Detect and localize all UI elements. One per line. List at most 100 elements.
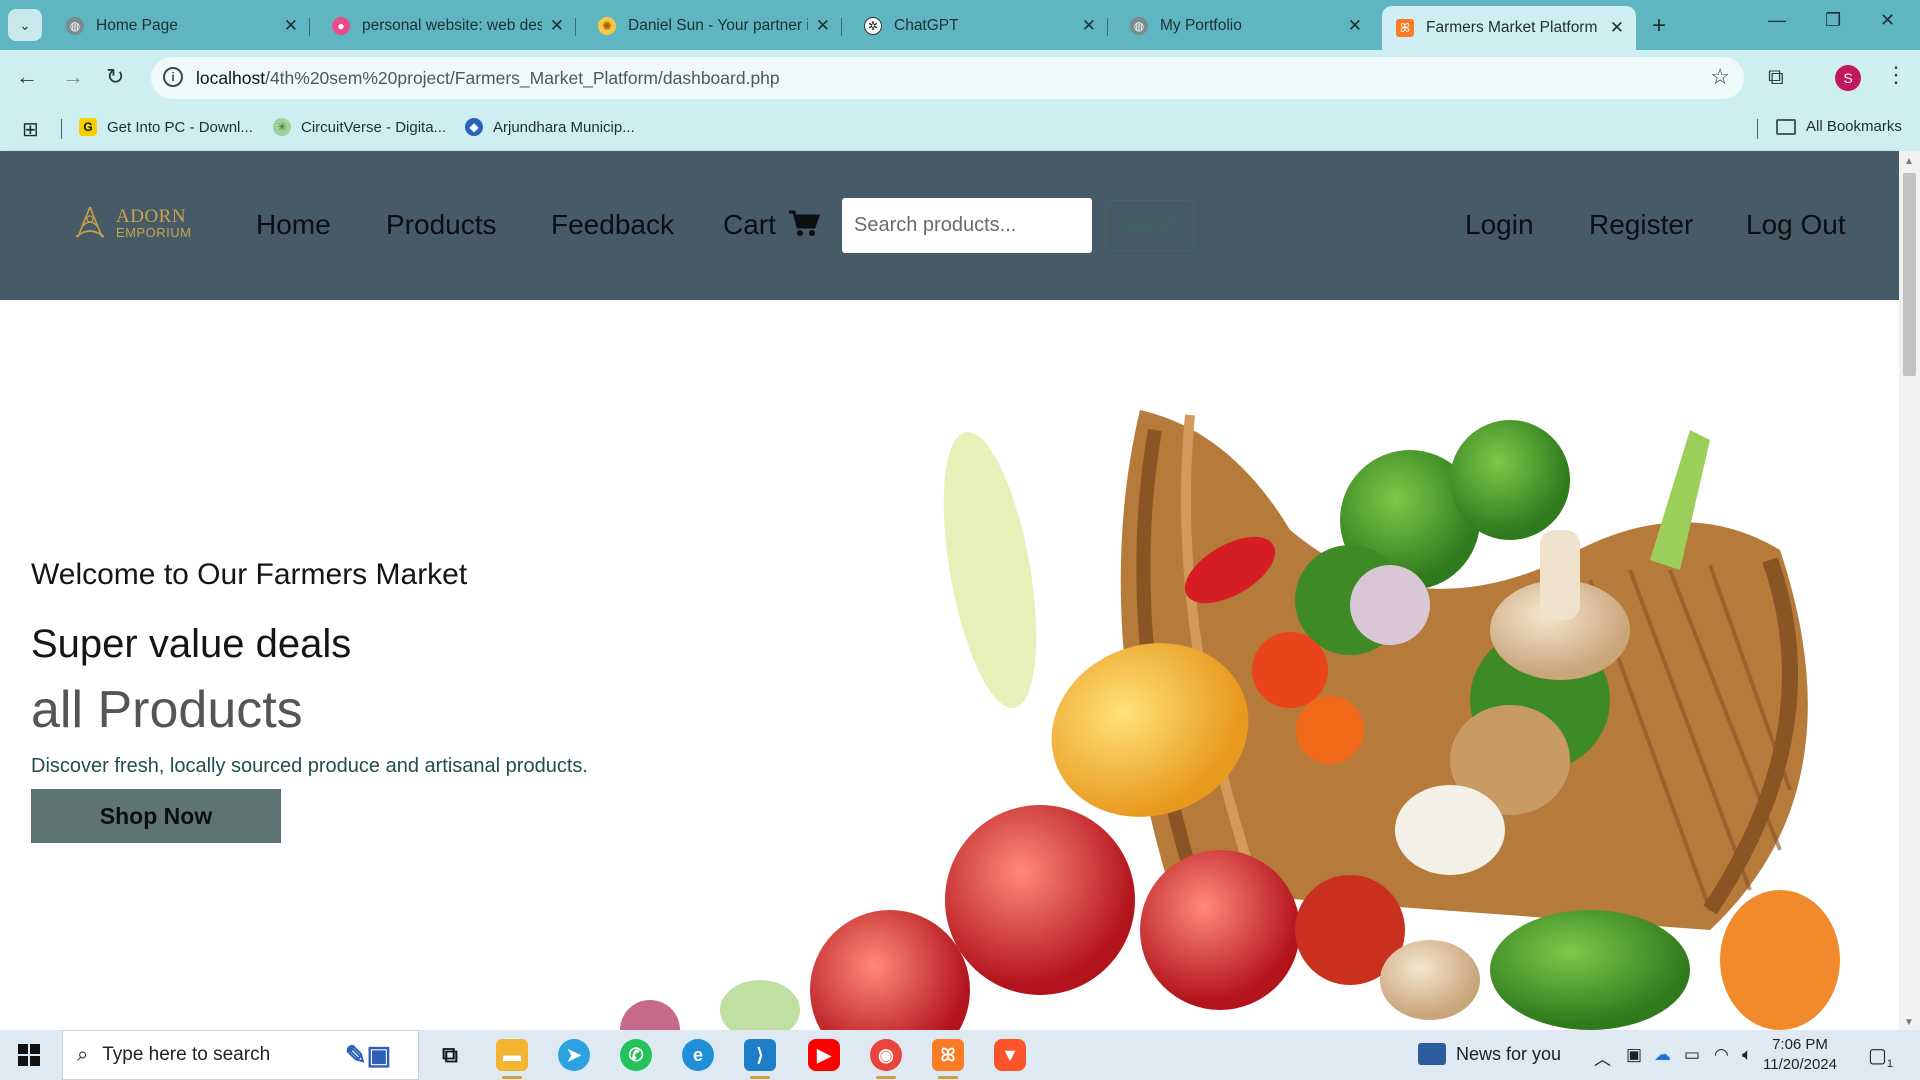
notifications-icon[interactable]: ▢1	[1868, 1043, 1893, 1070]
tab-title: Daniel Sun - Your partner i	[628, 17, 808, 34]
bookmark-label: CircuitVerse - Digita...	[301, 118, 447, 136]
produce-basket-image	[620, 410, 1840, 1030]
folder-icon	[1776, 118, 1796, 135]
bookmark-label: Arjundhara Municip...	[493, 118, 635, 136]
battery-icon[interactable]: ▭	[1684, 1045, 1700, 1065]
bookmark-getintopc[interactable]: G Get Into PC - Downl...	[79, 118, 253, 136]
globe-icon: ◍	[66, 17, 84, 35]
close-icon[interactable]: ✕	[1610, 18, 1624, 38]
brave-icon[interactable]: ▼	[994, 1039, 1026, 1071]
new-tab-icon[interactable]: +	[1652, 12, 1666, 40]
scroll-thumb[interactable]	[1903, 173, 1916, 376]
wifi-icon[interactable]: ◠	[1714, 1045, 1729, 1065]
search-input[interactable]	[842, 198, 1092, 253]
search-button[interactable]: Search	[1105, 200, 1194, 251]
tab-title: Farmers Market Platform	[1426, 19, 1598, 36]
nav-cart[interactable]: Cart	[723, 209, 820, 241]
url-host: localhost	[196, 68, 266, 88]
close-icon[interactable]: ✕	[1348, 16, 1362, 36]
tab-chatgpt[interactable]: ✲ ChatGPT ✕	[850, 6, 1108, 46]
windows-start-icon[interactable]	[18, 1044, 40, 1066]
whatsapp-icon[interactable]: ✆	[620, 1039, 652, 1071]
shop-now-button[interactable]: Shop Now	[31, 789, 281, 843]
tab-my-portfolio[interactable]: ◍ My Portfolio ✕	[1116, 6, 1374, 46]
site-header: ADORN EMPORIUM Home Products Feedback Ca…	[0, 151, 1899, 300]
hero-products-heading: all Products	[31, 681, 303, 739]
system-clock[interactable]: 7:06 PM 11/20/2024	[1752, 1035, 1848, 1075]
bookmark-star-icon[interactable]: ☆	[1710, 64, 1730, 90]
browser-toolbar: ← → ↻ i localhost/4th%20sem%20project/Fa…	[0, 50, 1920, 106]
bookmark-circuitverse[interactable]: ✳ CircuitVerse - Digita...	[273, 118, 446, 136]
copilot-art-icon[interactable]: ✎▣	[332, 1039, 404, 1071]
meet-now-icon[interactable]: ▣	[1626, 1045, 1642, 1065]
close-icon[interactable]: ✕	[284, 16, 298, 36]
tray-overflow-icon[interactable]: ︿	[1594, 1045, 1611, 1070]
address-bar[interactable]: i localhost/4th%20sem%20project/Farmers_…	[151, 57, 1744, 99]
nav-login[interactable]: Login	[1465, 209, 1534, 241]
getintopc-icon: G	[79, 118, 97, 136]
task-view-icon[interactable]: ⧉	[434, 1039, 466, 1071]
tab-personal-website[interactable]: ● personal website: web desi ✕	[318, 6, 576, 46]
window-close-icon[interactable]: ✕	[1880, 10, 1895, 31]
page-scrollbar[interactable]: ▲ ▼	[1899, 151, 1920, 1030]
chatgpt-icon: ✲	[864, 17, 882, 35]
minimize-icon[interactable]: —	[1768, 10, 1786, 31]
back-icon[interactable]: ←	[16, 64, 38, 90]
close-icon[interactable]: ✕	[1082, 16, 1096, 36]
bookmark-arjundhara[interactable]: ◆ Arjundhara Municip...	[465, 118, 635, 136]
restore-icon[interactable]: ❐	[1825, 10, 1841, 31]
all-bookmarks[interactable]: All Bookmarks	[1776, 118, 1902, 135]
search-icon: ⌕	[77, 1043, 89, 1066]
youtube-icon[interactable]: ▶	[808, 1039, 840, 1071]
nav-products[interactable]: Products	[386, 209, 497, 241]
hero-section: Welcome to Our Farmers Market Super valu…	[0, 300, 1899, 1030]
clock-time: 7:06 PM	[1772, 1036, 1828, 1053]
bookmark-divider	[1757, 119, 1758, 139]
reload-icon[interactable]: ↻	[106, 64, 124, 90]
file-explorer-icon[interactable]: ▬	[496, 1039, 528, 1079]
nav-feedback[interactable]: Feedback	[551, 209, 674, 241]
close-icon[interactable]: ✕	[550, 16, 564, 36]
edge-icon[interactable]: e	[682, 1039, 714, 1071]
windows-taskbar: ⌕ Type here to search ✎▣ ⧉ ▬ ➤ ✆ e ⟩ ▶ ◉…	[0, 1030, 1920, 1080]
volume-icon[interactable]: 🔈︎	[1742, 1045, 1752, 1065]
bookmark-label: Get Into PC - Downl...	[107, 118, 253, 136]
site-info-icon[interactable]: i	[163, 67, 183, 87]
arjundhara-icon: ◆	[465, 118, 483, 136]
site-logo[interactable]: ADORN EMPORIUM	[70, 203, 192, 243]
nav-home[interactable]: Home	[256, 209, 331, 241]
notification-count: 1	[1886, 1058, 1894, 1070]
tab-title: personal website: web desi	[362, 17, 542, 34]
profile-initial: S	[1843, 70, 1853, 86]
tab-daniel-sun[interactable]: ✺ Daniel Sun - Your partner i ✕	[584, 6, 842, 46]
tab-search-dropdown-icon[interactable]: ⌄	[8, 9, 42, 41]
menu-icon[interactable]: ⋮	[1885, 62, 1907, 88]
apps-grid-icon[interactable]: ⊞	[22, 117, 39, 142]
profile-avatar[interactable]: S	[1835, 65, 1861, 91]
tab-title: My Portfolio	[1160, 17, 1242, 34]
xampp-taskbar-icon[interactable]: ꕤ	[932, 1039, 964, 1079]
clock-date: 11/20/2024	[1763, 1056, 1837, 1073]
tab-title: ChatGPT	[894, 17, 959, 34]
xampp-icon: ꕤ	[1396, 19, 1414, 37]
tab-title: Home Page	[96, 17, 178, 34]
nav-logout[interactable]: Log Out	[1746, 209, 1846, 241]
url-text[interactable]: localhost/4th%20sem%20project/Farmers_Ma…	[196, 68, 780, 89]
bookmarks-bar: ⊞ G Get Into PC - Downl... ✳ CircuitVers…	[0, 106, 1920, 151]
chrome-icon[interactable]: ◉	[870, 1039, 902, 1079]
close-icon[interactable]: ✕	[816, 16, 830, 36]
nav-register[interactable]: Register	[1589, 209, 1693, 241]
telegram-icon[interactable]: ➤	[558, 1039, 590, 1071]
logo-line-1: ADORN	[116, 206, 187, 227]
scroll-down-icon[interactable]: ▼	[1904, 1017, 1914, 1028]
tab-farmers-market[interactable]: ꕤ Farmers Market Platform ✕	[1382, 6, 1636, 50]
news-icon	[1418, 1043, 1446, 1065]
logo-emblem-icon	[75, 206, 105, 238]
extensions-icon[interactable]: ⧉	[1768, 64, 1784, 90]
scroll-up-icon[interactable]: ▲	[1904, 156, 1914, 167]
vscode-icon[interactable]: ⟩	[744, 1039, 776, 1079]
onedrive-icon[interactable]: ☁	[1654, 1045, 1671, 1065]
forward-icon[interactable]: →	[62, 64, 84, 90]
news-widget[interactable]: News for you	[1418, 1043, 1561, 1065]
tab-home-page[interactable]: ◍ Home Page ✕	[52, 6, 310, 46]
